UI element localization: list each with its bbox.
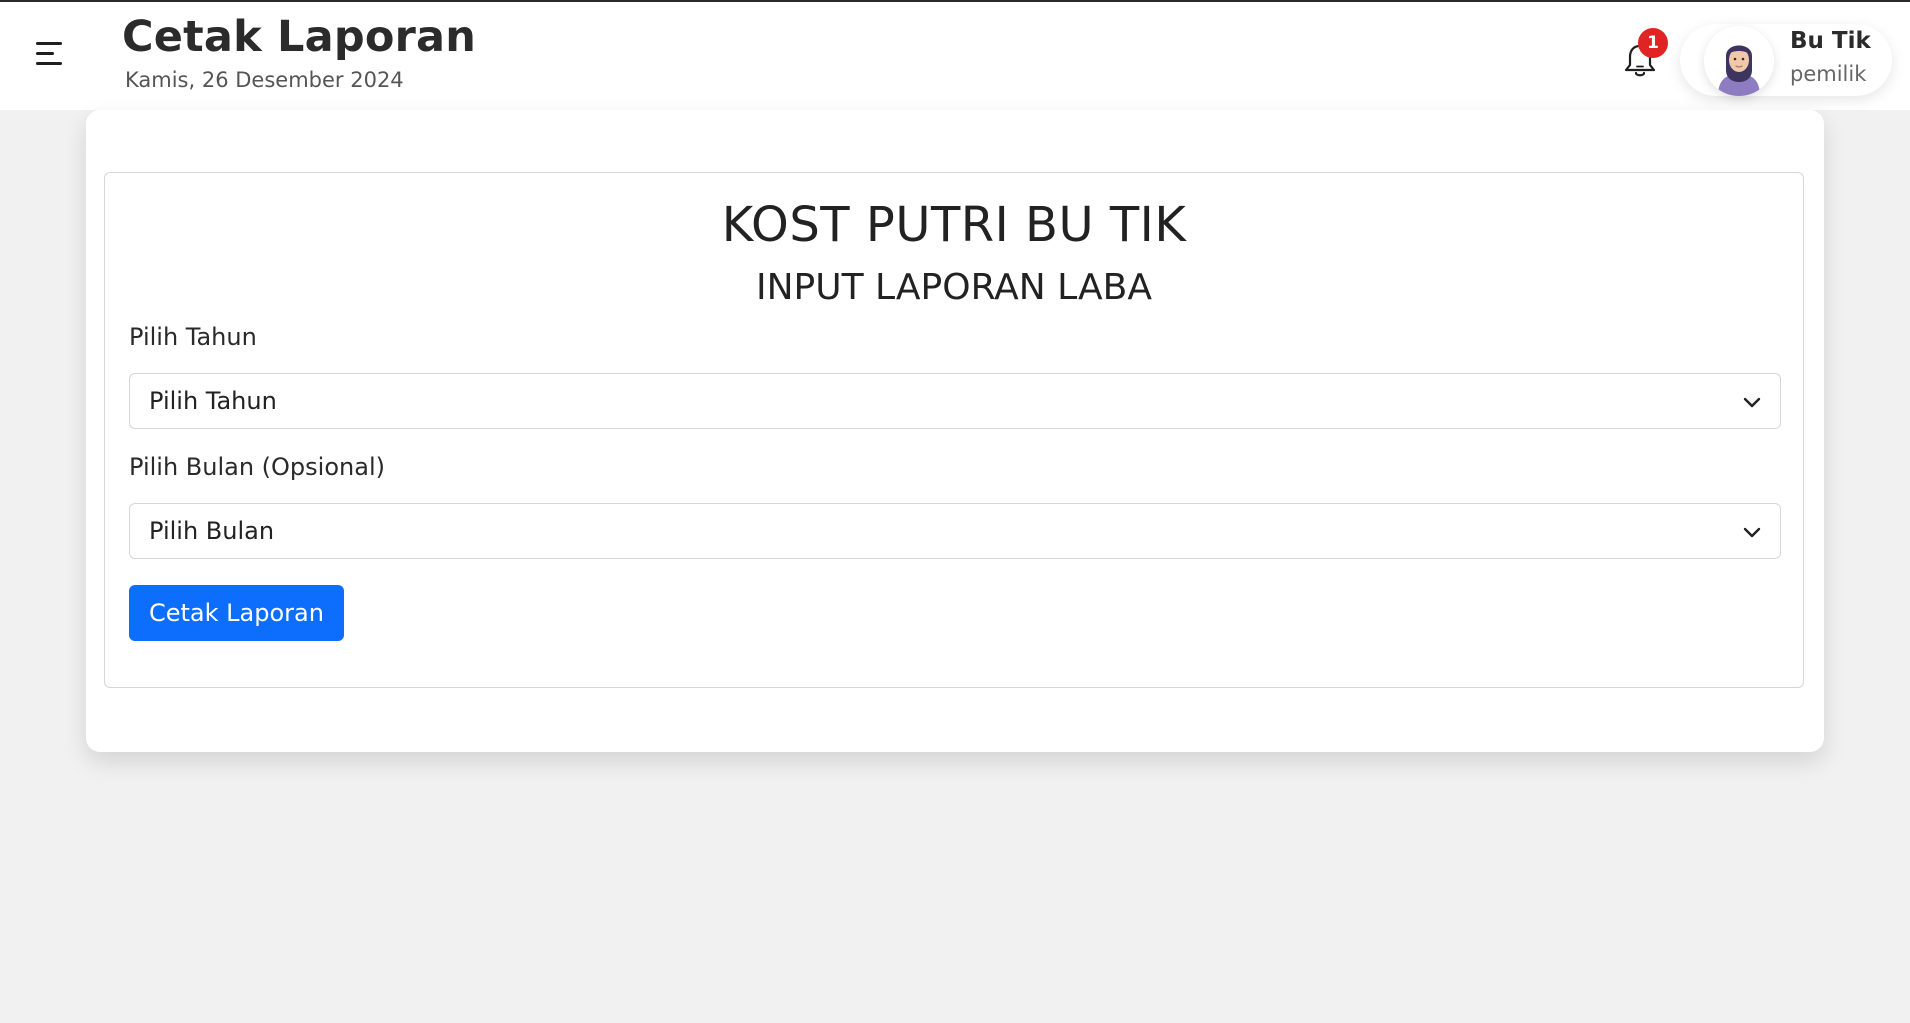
user-avatar	[1704, 26, 1774, 96]
user-name: Bu Tik	[1790, 28, 1871, 54]
year-label: Pilih Tahun	[129, 323, 257, 351]
month-select-value: Pilih Bulan	[149, 517, 275, 545]
month-label: Pilih Bulan (Opsional)	[129, 453, 385, 481]
hamburger-menu-icon[interactable]	[36, 42, 66, 66]
notification-badge: 1	[1638, 28, 1668, 58]
user-role: pemilik	[1790, 62, 1867, 86]
year-select-value: Pilih Tahun	[149, 387, 277, 415]
print-report-button[interactable]: Cetak Laporan	[129, 585, 344, 641]
page-date: Kamis, 26 Desember 2024	[125, 68, 404, 92]
report-form: KOST PUTRI BU TIK INPUT LAPORAN LABA Pil…	[104, 172, 1804, 688]
form-subheading: INPUT LAPORAN LABA	[756, 267, 1152, 308]
top-bar: Cetak Laporan Kamis, 26 Desember 2024 1 …	[0, 2, 1910, 110]
user-profile-chip[interactable]: Bu Tik pemilik	[1680, 24, 1892, 96]
page-title: Cetak Laporan	[122, 12, 477, 62]
month-select[interactable]: Pilih Bulan	[129, 503, 1781, 559]
chevron-down-icon	[1743, 527, 1761, 538]
business-name-heading: KOST PUTRI BU TIK	[721, 197, 1187, 253]
chevron-down-icon	[1743, 397, 1761, 408]
year-select[interactable]: Pilih Tahun	[129, 373, 1781, 429]
report-card: KOST PUTRI BU TIK INPUT LAPORAN LABA Pil…	[86, 110, 1824, 752]
